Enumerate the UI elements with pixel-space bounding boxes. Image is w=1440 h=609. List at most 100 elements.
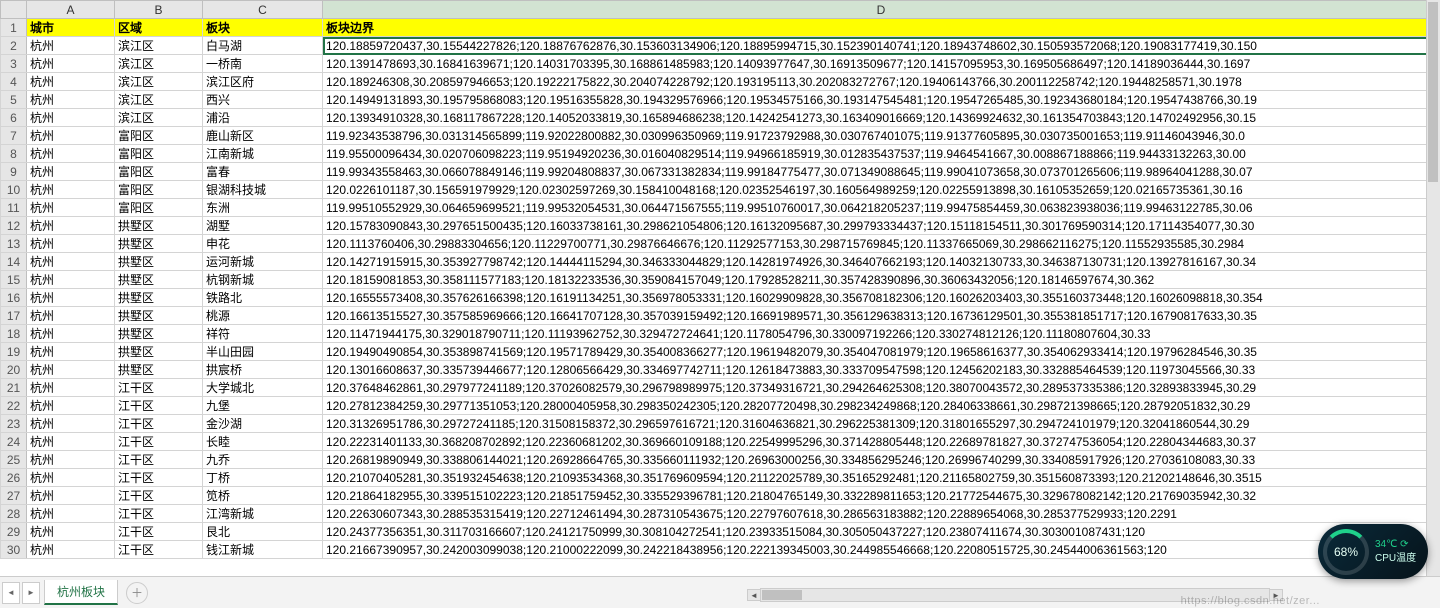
cell-city[interactable]: 杭州	[27, 217, 115, 235]
cell-city[interactable]: 杭州	[27, 163, 115, 181]
cell-area[interactable]: 富阳区	[115, 181, 203, 199]
cell-area[interactable]: 江干区	[115, 523, 203, 541]
cell-city[interactable]: 杭州	[27, 289, 115, 307]
cell-block[interactable]: 大学城北	[203, 379, 323, 397]
row-header[interactable]: 24	[1, 433, 27, 451]
cell-boundary[interactable]: 120.19490490854,30.353898741569;120.1957…	[323, 343, 1440, 361]
cell-city[interactable]: 杭州	[27, 181, 115, 199]
cell-area[interactable]: 拱墅区	[115, 343, 203, 361]
row-header[interactable]: 21	[1, 379, 27, 397]
cell-city[interactable]: 杭州	[27, 541, 115, 559]
cell-boundary[interactable]: 120.14271915915,30.353927798742;120.1444…	[323, 253, 1440, 271]
col-header-C[interactable]: C	[203, 1, 323, 19]
cell-boundary[interactable]: 120.16555573408,30.357626166398;120.1619…	[323, 289, 1440, 307]
cell-city[interactable]: 杭州	[27, 55, 115, 73]
cell-boundary[interactable]: 120.27812384259,30.29771351053;120.28000…	[323, 397, 1440, 415]
header-block[interactable]: 板块	[203, 19, 323, 37]
row-header[interactable]: 3	[1, 55, 27, 73]
cell-boundary[interactable]: 120.21667390957,30.242003099038;120.2100…	[323, 541, 1440, 559]
row-header[interactable]: 18	[1, 325, 27, 343]
cell-area[interactable]: 江干区	[115, 541, 203, 559]
cell-area[interactable]: 富阳区	[115, 163, 203, 181]
cell-city[interactable]: 杭州	[27, 253, 115, 271]
cell-block[interactable]: 白马湖	[203, 37, 323, 55]
cell-city[interactable]: 杭州	[27, 379, 115, 397]
cell-area[interactable]: 拱墅区	[115, 217, 203, 235]
row-header[interactable]: 13	[1, 235, 27, 253]
cell-city[interactable]: 杭州	[27, 37, 115, 55]
cell-block[interactable]: 东洲	[203, 199, 323, 217]
cell-city[interactable]: 杭州	[27, 271, 115, 289]
cell-area[interactable]: 富阳区	[115, 199, 203, 217]
cell-area[interactable]: 江干区	[115, 433, 203, 451]
cell-boundary[interactable]: 119.99343558463,30.066078849146;119.9920…	[323, 163, 1440, 181]
hscroll-left[interactable]: ◄	[747, 589, 761, 601]
cell-block[interactable]: 湖墅	[203, 217, 323, 235]
cell-city[interactable]: 杭州	[27, 109, 115, 127]
col-header-A[interactable]: A	[27, 1, 115, 19]
row-header[interactable]: 9	[1, 163, 27, 181]
cell-block[interactable]: 金沙湖	[203, 415, 323, 433]
row-header[interactable]: 25	[1, 451, 27, 469]
cell-area[interactable]: 拱墅区	[115, 307, 203, 325]
row-header[interactable]: 27	[1, 487, 27, 505]
cell-block[interactable]: 滨江区府	[203, 73, 323, 91]
cell-city[interactable]: 杭州	[27, 91, 115, 109]
cell-city[interactable]: 杭州	[27, 451, 115, 469]
cell-city[interactable]: 杭州	[27, 325, 115, 343]
cell-city[interactable]: 杭州	[27, 523, 115, 541]
cell-boundary[interactable]: 120.0226101187,30.156591979929;120.02302…	[323, 181, 1440, 199]
cell-block[interactable]: 富春	[203, 163, 323, 181]
header-city[interactable]: 城市	[27, 19, 115, 37]
cell-block[interactable]: 丁桥	[203, 469, 323, 487]
cell-boundary[interactable]: 120.22231401133,30.368208702892;120.2236…	[323, 433, 1440, 451]
cell-area[interactable]: 滨江区	[115, 37, 203, 55]
cell-boundary[interactable]: 120.22630607343,30.288535315419;120.2271…	[323, 505, 1440, 523]
cell-block[interactable]: 江南新城	[203, 145, 323, 163]
cell-city[interactable]: 杭州	[27, 127, 115, 145]
row-header[interactable]: 1	[1, 19, 27, 37]
cell-city[interactable]: 杭州	[27, 235, 115, 253]
cell-boundary[interactable]: 120.13934910328,30.168117867228;120.1405…	[323, 109, 1440, 127]
cell-area[interactable]: 拱墅区	[115, 289, 203, 307]
cell-boundary[interactable]: 120.18159081853,30.358111577183;120.1813…	[323, 271, 1440, 289]
row-header[interactable]: 5	[1, 91, 27, 109]
cell-city[interactable]: 杭州	[27, 397, 115, 415]
cell-city[interactable]: 杭州	[27, 469, 115, 487]
cell-block[interactable]: 申花	[203, 235, 323, 253]
cell-area[interactable]: 拱墅区	[115, 253, 203, 271]
cell-block[interactable]: 银湖科技城	[203, 181, 323, 199]
cell-boundary[interactable]: 120.37648462861,30.297977241189;120.3702…	[323, 379, 1440, 397]
cell-block[interactable]: 九堡	[203, 397, 323, 415]
header-area[interactable]: 区域	[115, 19, 203, 37]
cell-area[interactable]: 江干区	[115, 487, 203, 505]
cell-boundary[interactable]: 120.189246308,30.208597946653;120.192221…	[323, 73, 1440, 91]
cell-area[interactable]: 江干区	[115, 397, 203, 415]
cell-block[interactable]: 江湾新城	[203, 505, 323, 523]
cell-block[interactable]: 祥符	[203, 325, 323, 343]
cell-city[interactable]: 杭州	[27, 145, 115, 163]
select-all-corner[interactable]	[1, 1, 27, 19]
row-header[interactable]: 22	[1, 397, 27, 415]
cell-city[interactable]: 杭州	[27, 199, 115, 217]
vscroll-thumb[interactable]	[1428, 2, 1438, 182]
row-header[interactable]: 19	[1, 343, 27, 361]
row-header[interactable]: 14	[1, 253, 27, 271]
cell-city[interactable]: 杭州	[27, 415, 115, 433]
cell-boundary[interactable]: 119.92343538796,30.031314565899;119.9202…	[323, 127, 1440, 145]
cell-boundary[interactable]: 120.24377356351,30.311703166607;120.2412…	[323, 523, 1440, 541]
row-header[interactable]: 15	[1, 271, 27, 289]
sheet-nav-next[interactable]: ►	[22, 582, 40, 604]
cell-block[interactable]: 笕桥	[203, 487, 323, 505]
cell-block[interactable]: 鹿山新区	[203, 127, 323, 145]
cell-area[interactable]: 江干区	[115, 505, 203, 523]
cell-boundary[interactable]: 120.21864182955,30.339515102223;120.2185…	[323, 487, 1440, 505]
row-header[interactable]: 20	[1, 361, 27, 379]
cell-boundary[interactable]: 120.21070405281,30.351932454638;120.2109…	[323, 469, 1440, 487]
vertical-scrollbar[interactable]	[1426, 0, 1440, 576]
sheet-nav-prev[interactable]: ◄	[2, 582, 20, 604]
cell-block[interactable]: 浦沿	[203, 109, 323, 127]
sheet-tab-active[interactable]: 杭州板块	[44, 580, 118, 605]
cpu-widget[interactable]: 68% 34℃ ⟳ CPU温度	[1318, 524, 1428, 579]
cell-block[interactable]: 运河新城	[203, 253, 323, 271]
